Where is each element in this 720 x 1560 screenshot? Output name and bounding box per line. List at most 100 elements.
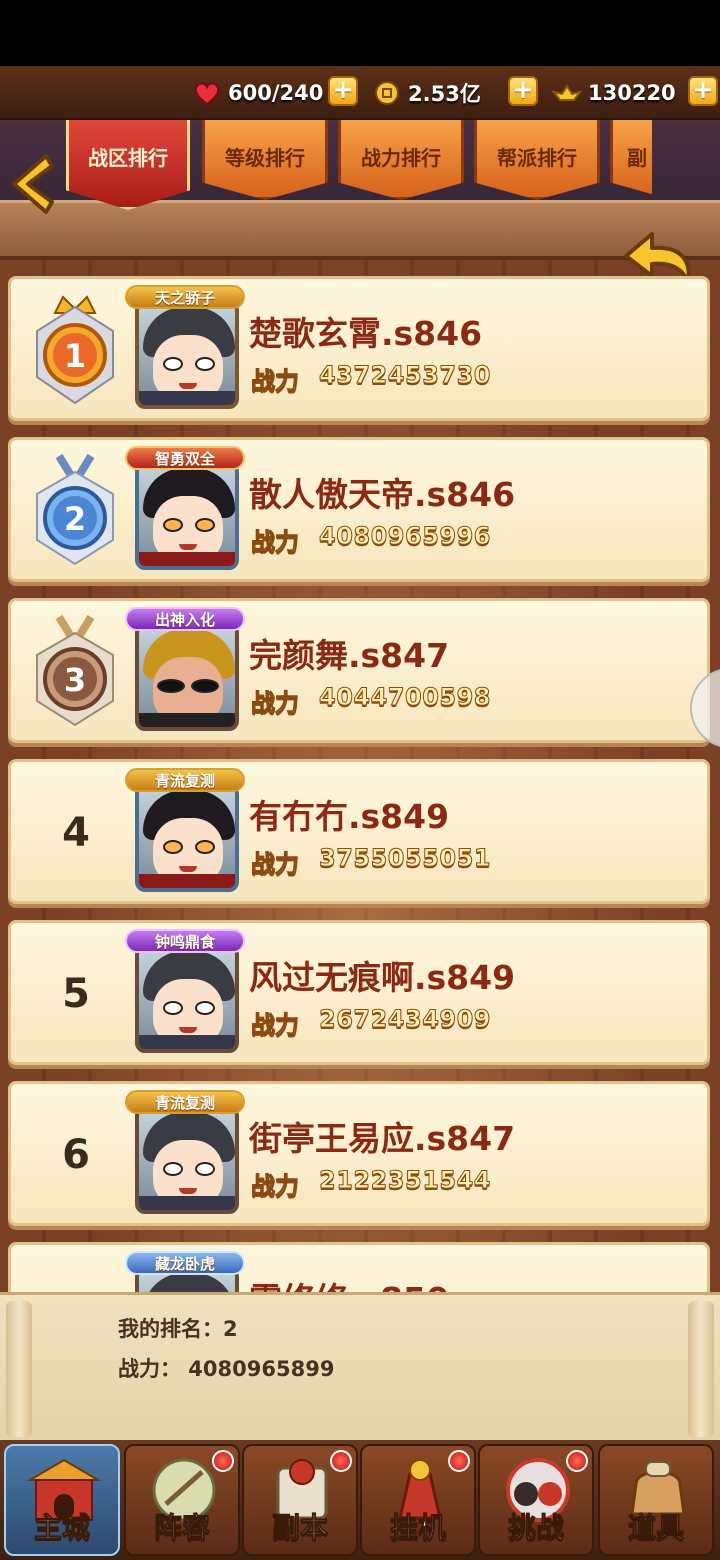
rank-number: 4 — [62, 810, 90, 856]
ranking-row[interactable]: 4 青流复测 有冇冇.s849 战力 3755055051 — [8, 759, 710, 904]
avatar-eye — [195, 357, 215, 371]
ingot-value: 130220 — [588, 81, 676, 105]
my-rank-label: 我的排名：2 — [118, 1317, 238, 1341]
avatar-eye — [163, 357, 183, 371]
power-value: 3755055051 — [319, 844, 492, 873]
add-ingots-button[interactable]: + — [688, 76, 718, 106]
power-label: 战力 — [251, 850, 300, 879]
avatar-eye — [163, 1162, 183, 1176]
nav-label: 挂机 — [389, 1511, 446, 1545]
currency-bar: 600/240 + 2.53亿 + 130220 + — [0, 66, 720, 120]
add-coins-button[interactable]: + — [508, 76, 538, 106]
title-badge: 藏龙卧虎 — [125, 1251, 245, 1275]
nav-formation[interactable]: 阵容 — [124, 1444, 240, 1556]
stamina-value: 600/240 — [228, 81, 324, 105]
avatar-eye — [195, 518, 215, 532]
ranking-row[interactable]: 5 钟鸣鼎食 风过无痕啊.s849 战力 2672434909 — [8, 920, 710, 1065]
scroll-edge-right — [688, 1301, 714, 1437]
avatar[interactable] — [135, 462, 239, 570]
title-badge: 智勇双全 — [125, 446, 245, 470]
avatar-eye — [195, 1001, 215, 1015]
power-value: 2672434909 — [319, 1005, 492, 1034]
notification-dot — [566, 1450, 588, 1472]
avatar[interactable] — [135, 1106, 239, 1214]
power-value: 4044700598 — [319, 683, 492, 712]
ranking-row[interactable]: 3 出神入化 完颜舞.s847 战力 4044700598 — [8, 598, 710, 743]
player-name: 霜修修.s850 — [249, 1273, 449, 1292]
power-value: 4080965996 — [319, 522, 492, 551]
nav-label: 阵容 — [153, 1511, 210, 1545]
stamina-heart-icon — [194, 82, 220, 106]
avatar[interactable] — [135, 623, 239, 731]
title-badge: 钟鸣鼎食 — [125, 929, 245, 953]
title-badge: 青流复测 — [125, 1090, 245, 1114]
notification-dot — [212, 1450, 234, 1472]
avatar-collar — [139, 1196, 235, 1210]
player-name: 风过无痕啊.s849 — [249, 958, 516, 997]
player-name: 有冇冇.s849 — [249, 797, 450, 836]
nav-items[interactable]: 道具 — [598, 1444, 714, 1556]
avatar-collar — [139, 552, 235, 566]
ranking-row[interactable]: 1 天之骄子 楚歌玄霄.s846 战力 4372453730 — [8, 276, 710, 421]
back-arrow-icon[interactable] — [6, 150, 58, 218]
tab-level-ranking[interactable]: 等级排行 — [202, 120, 328, 200]
avatar-eye — [195, 840, 215, 854]
avatar-eye — [163, 1001, 183, 1015]
scroll-edge-left — [6, 1301, 32, 1437]
stamina-display: 600/240 — [192, 74, 323, 112]
power-label: 战力 — [251, 1011, 300, 1040]
status-bar — [0, 0, 720, 66]
avatar[interactable] — [135, 945, 239, 1053]
notification-dot — [448, 1450, 470, 1472]
avatar-beard — [139, 713, 235, 727]
avatar-eye — [163, 840, 183, 854]
player-name: 街亭王易应.s847 — [249, 1119, 516, 1158]
sunglasses-icon — [157, 679, 185, 693]
add-stamina-button[interactable]: + — [328, 76, 358, 106]
coin-icon — [375, 81, 399, 105]
ranking-row[interactable]: 6 青流复测 街亭王易应.s847 战力 2122351544 — [8, 1081, 710, 1226]
nav-dungeon[interactable]: 副本 — [242, 1444, 358, 1556]
bronze-medal-icon: 3 — [36, 614, 114, 727]
power-label: 战力 — [251, 528, 300, 557]
rank-number: 5 — [62, 971, 90, 1017]
nav-label: 道具 — [627, 1511, 684, 1545]
player-name: 完颜舞.s847 — [249, 636, 450, 675]
ranking-row[interactable]: 藏龙卧虎 霜修修.s850 — [8, 1242, 710, 1292]
power-value: 2122351544 — [319, 1166, 492, 1195]
coin-value: 2.53亿 — [408, 82, 481, 106]
nav-label: 副本 — [271, 1511, 328, 1545]
nav-label: 挑战 — [507, 1511, 564, 1545]
notification-dot — [330, 1450, 352, 1472]
tab-power-ranking[interactable]: 战力排行 — [338, 120, 464, 200]
avatar-collar — [139, 391, 235, 405]
ranking-tabs: 战区排行 等级排行 战力排行 帮派排行 副 — [66, 120, 652, 210]
my-rank-panel: 我的排名：2 战力： 4080965899 — [0, 1292, 720, 1440]
nav-challenge[interactable]: 挑战 — [478, 1444, 594, 1556]
power-label: 战力 — [251, 1172, 300, 1201]
gold-medal-icon: 1 — [36, 295, 114, 405]
title-badge: 青流复测 — [125, 768, 245, 792]
nav-idle[interactable]: 挂机 — [360, 1444, 476, 1556]
player-name: 楚歌玄霄.s846 — [249, 314, 483, 353]
ranking-list[interactable]: 1 天之骄子 楚歌玄霄.s846 战力 4372453730 2 智勇双全 散人… — [8, 276, 712, 1292]
player-name: 散人傲天帝.s846 — [249, 475, 516, 514]
ingot-display: 130220 — [552, 74, 676, 112]
silver-medal-icon: 2 — [36, 453, 114, 566]
nav-main-city[interactable]: 主城 — [4, 1444, 120, 1556]
my-power-label: 战力： 4080965899 — [118, 1357, 335, 1381]
rank-number: 1 — [64, 337, 86, 375]
ranking-row[interactable]: 2 智勇双全 散人傲天帝.s846 战力 4080965996 — [8, 437, 710, 582]
power-label: 战力 — [251, 689, 300, 718]
avatar[interactable] — [135, 301, 239, 409]
power-label: 战力 — [251, 367, 300, 396]
tab-guild-ranking[interactable]: 帮派排行 — [474, 120, 600, 200]
gold-ingot-icon — [552, 84, 582, 101]
tab-zone-ranking[interactable]: 战区排行 — [66, 120, 190, 210]
avatar[interactable] — [135, 784, 239, 892]
avatar-eye — [163, 518, 183, 532]
tab-dungeon-ranking[interactable]: 副 — [610, 120, 652, 200]
title-badge: 天之骄子 — [125, 285, 245, 309]
avatar-hair — [143, 1273, 235, 1292]
rank-number: 3 — [64, 661, 86, 699]
